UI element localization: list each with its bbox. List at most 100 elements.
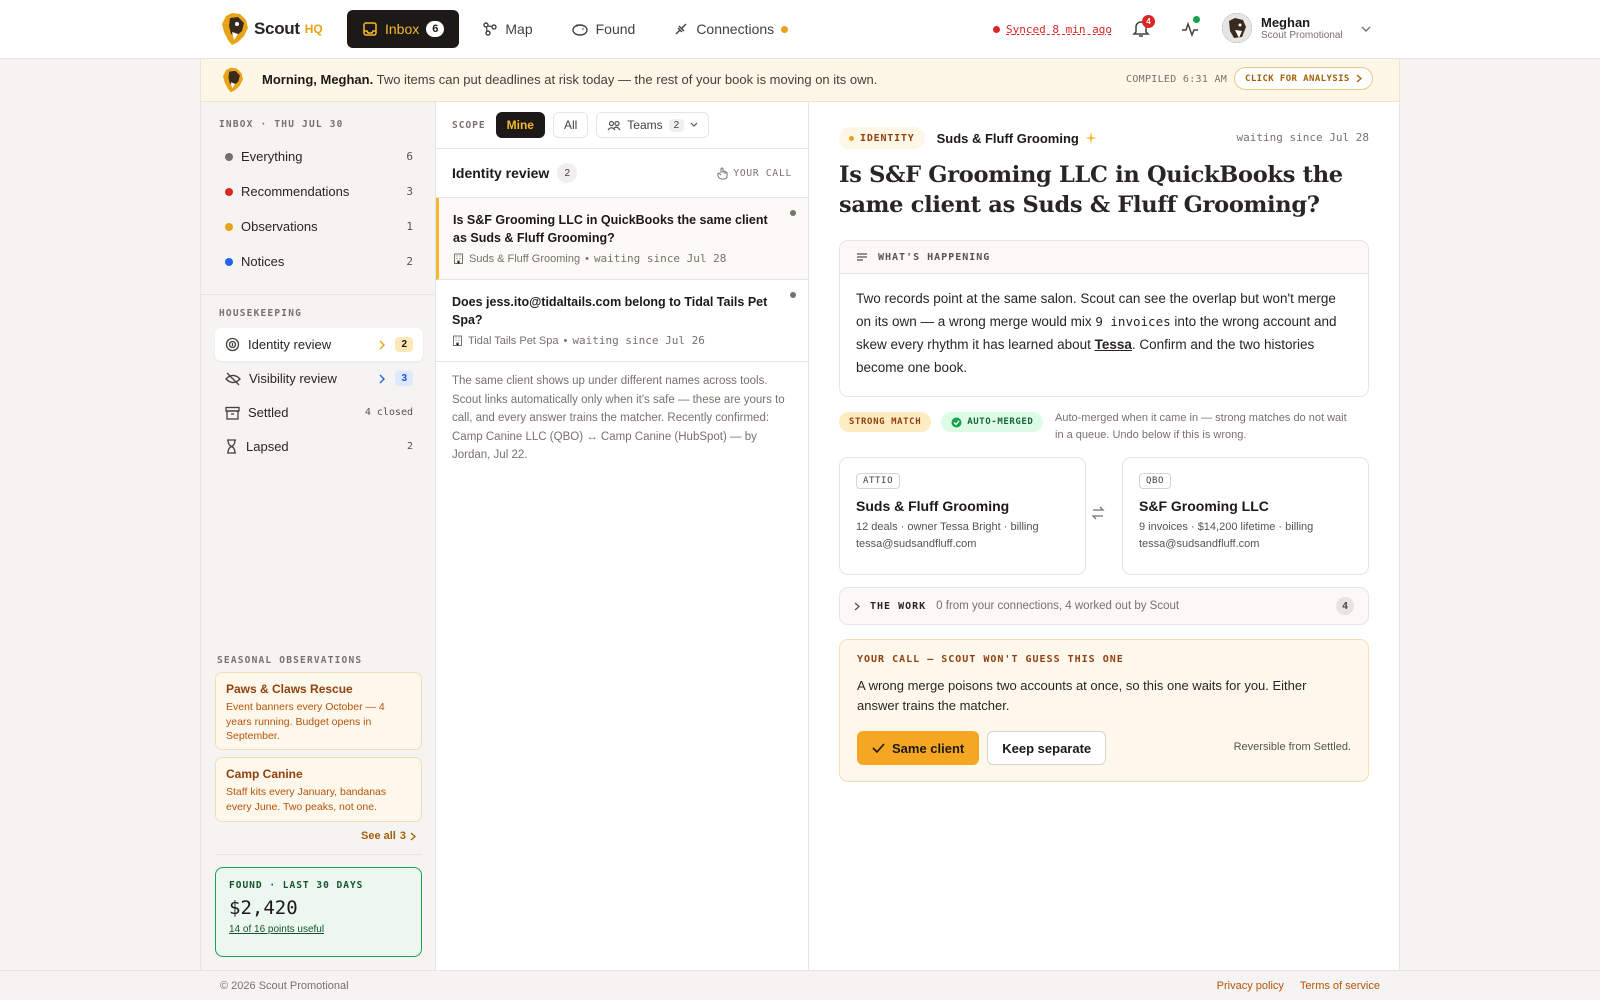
- copyright: © 2026 Scout Promotional: [220, 980, 349, 992]
- notices-dot: [225, 257, 233, 266]
- inbox-section-label: INBOX · THU JUL 30: [219, 119, 344, 130]
- chevron-down-icon[interactable]: [1361, 25, 1371, 33]
- scope-mine-button[interactable]: Mine: [495, 112, 545, 138]
- meta-separator: •: [563, 334, 568, 347]
- review-list-count: 2: [557, 163, 578, 183]
- detail-entity[interactable]: Suds & Fluff Grooming: [937, 131, 1097, 146]
- review-list-header: Identity review 2 YOUR CALL: [436, 148, 808, 198]
- briefing-banner: Morning, Meghan. Two items can put deadl…: [200, 59, 1400, 102]
- nav-inbox-count: 6: [426, 21, 445, 37]
- plug-icon: [675, 23, 687, 35]
- list-item[interactable]: Does jess.ito@tidaltails.com belong to T…: [436, 280, 808, 362]
- sidebar-item-visibility-review[interactable]: Visibility review 3: [215, 362, 423, 395]
- found-card-sub[interactable]: 14 of 16 points useful: [229, 924, 408, 935]
- happening-invoices-code: 9 invoices: [1095, 314, 1171, 329]
- your-call-desc: A wrong merge poisons two accounts at on…: [857, 678, 1307, 713]
- left-sidebar: INBOX · THU JUL 30 Everything 6 Recommen…: [200, 102, 436, 970]
- detail-panel: IDENTITY Suds & Fluff Grooming waiting s…: [809, 102, 1400, 970]
- the-work-desc: 0 from your connections, 4 worked out by…: [936, 600, 1180, 612]
- everything-dot: [225, 152, 233, 161]
- auto-merged-label: AUTO-MERGED: [967, 417, 1034, 427]
- meta-separator: •: [585, 252, 589, 265]
- hourglass-icon: [227, 439, 236, 454]
- recommendations-dot: [225, 187, 233, 196]
- scout-dog-logo-icon: [223, 67, 243, 93]
- identity-tag: IDENTITY: [839, 127, 925, 149]
- list-item[interactable]: Is S&F Grooming LLC in QuickBooks the sa…: [436, 198, 808, 280]
- review-list-description: The same client shows up under different…: [452, 375, 785, 461]
- eye-off-icon: [225, 372, 241, 385]
- piggy-bank-icon: [571, 24, 588, 36]
- chevron-right-icon: [379, 340, 386, 349]
- nav-inbox[interactable]: Inbox 6: [347, 10, 460, 48]
- footer-links: Privacy policy Terms of service: [1217, 980, 1380, 992]
- keep-separate-button[interactable]: Keep separate: [987, 731, 1107, 765]
- app-logo[interactable]: Scout HQ: [220, 12, 323, 46]
- click-for-analysis-button[interactable]: CLICK FOR ANALYSIS: [1234, 67, 1373, 90]
- record-source-badge: QBO: [1139, 473, 1172, 489]
- scope-all-button[interactable]: All: [552, 112, 589, 138]
- unread-dot: [790, 292, 796, 298]
- inbox-filter-count: 6: [406, 150, 413, 163]
- nav-found-label: Found: [595, 21, 636, 37]
- match-badges: STRONG MATCH AUTO-MERGED: [839, 412, 1044, 432]
- analysis-button-label: CLICK FOR ANALYSIS: [1245, 73, 1350, 84]
- privacy-policy-link[interactable]: Privacy policy: [1217, 980, 1284, 992]
- sync-status[interactable]: Synced 8 min ago: [993, 23, 1112, 36]
- record-source-badge: ATTIO: [856, 473, 901, 489]
- nav-found[interactable]: Found: [556, 10, 651, 48]
- scope-teams-dropdown[interactable]: Teams 2: [596, 112, 710, 138]
- inbox-filter-count: 1: [406, 220, 413, 233]
- nav-map[interactable]: Map: [467, 10, 547, 48]
- review-list-panel: SCOPE Mine All Teams 2 Identity review 2…: [436, 102, 809, 970]
- hand-pointer-icon: [717, 167, 728, 179]
- sync-status-text: Synced 8 min ago: [1006, 23, 1112, 36]
- record-details: 12 deals · owner Tessa Bright · billing …: [856, 521, 1039, 550]
- inbox-filter-everything[interactable]: Everything 6: [215, 139, 423, 174]
- user-org: Scout Promotional: [1261, 30, 1343, 41]
- inbox-filter-observations[interactable]: Observations 1: [215, 209, 423, 244]
- the-work-count: 4: [1336, 597, 1354, 615]
- settled-count: 4 closed: [364, 407, 413, 418]
- seasonal-card-desc: Event banners every October — 4 years ru…: [226, 701, 385, 742]
- inbox-filter-recommendations[interactable]: Recommendations 3: [215, 174, 423, 209]
- found-card-value: $2,420: [229, 897, 298, 919]
- record-name: S&F Grooming LLC: [1139, 498, 1269, 514]
- check-icon: [872, 743, 885, 753]
- terms-of-service-link[interactable]: Terms of service: [1300, 980, 1380, 992]
- sync-status-dot: [993, 26, 1000, 33]
- inbox-filter-label: Recommendations: [241, 184, 350, 199]
- found-summary-card[interactable]: FOUND · LAST 30 DAYS $2,420 14 of 16 poi…: [215, 867, 422, 957]
- inbox-filter-label: Observations: [241, 219, 318, 234]
- same-client-button[interactable]: Same client: [857, 731, 980, 765]
- title-client-qbo: S&F Grooming LLC: [869, 162, 1108, 188]
- briefing-message: Morning, Meghan. Two items can put deadl…: [262, 72, 877, 87]
- top-bar: Scout HQ Inbox 6 Map Found Connections S…: [0, 0, 1600, 59]
- identity-tag-label: IDENTITY: [860, 132, 915, 144]
- inbox-filter-count: 3: [406, 185, 413, 198]
- nav-inbox-label: Inbox: [385, 21, 420, 37]
- nav-connections[interactable]: Connections: [658, 10, 803, 48]
- seasonal-card[interactable]: Paws & Claws Rescue Event banners every …: [215, 672, 422, 750]
- record-card-attio[interactable]: ATTIO Suds & Fluff Grooming 12 deals · o…: [839, 457, 1086, 575]
- visibility-review-count: 3: [395, 371, 413, 386]
- sidebar-item-identity-review[interactable]: Identity review 2: [215, 328, 423, 361]
- housekeeping-section-label: HOUSEKEEPING: [219, 308, 303, 319]
- logo-suffix: HQ: [304, 22, 323, 36]
- identity-review-label: Identity review: [248, 337, 332, 352]
- seasonal-card[interactable]: Camp Canine Staff kits every January, ba…: [215, 757, 422, 822]
- your-call-title: YOUR CALL — SCOUT WON'T GUESS THIS ONE: [857, 654, 1124, 665]
- sidebar-item-settled[interactable]: Settled 4 closed: [215, 396, 423, 429]
- the-work-expander[interactable]: THE WORK 0 from your connections, 4 work…: [839, 587, 1369, 625]
- inbox-icon: [363, 22, 377, 36]
- scope-label: SCOPE: [452, 119, 486, 131]
- list-item-meta: Tidal Tails Pet Spa • waiting since Jul …: [452, 334, 792, 347]
- inbox-filter-notices[interactable]: Notices 2: [215, 244, 423, 279]
- happening-contact-link[interactable]: Tessa: [1095, 337, 1132, 352]
- sidebar-item-lapsed[interactable]: Lapsed 2: [215, 430, 423, 463]
- record-card-qbo[interactable]: QBO S&F Grooming LLC 9 invoices · $14,20…: [1122, 457, 1369, 575]
- decision-buttons: Same client Keep separate: [857, 731, 1107, 765]
- see-all-seasonal-link[interactable]: See all 3: [361, 830, 416, 842]
- user-menu[interactable]: Meghan Scout Promotional: [1222, 13, 1343, 43]
- list-item-question: Is S&F Grooming LLC in QuickBooks the sa…: [453, 213, 768, 245]
